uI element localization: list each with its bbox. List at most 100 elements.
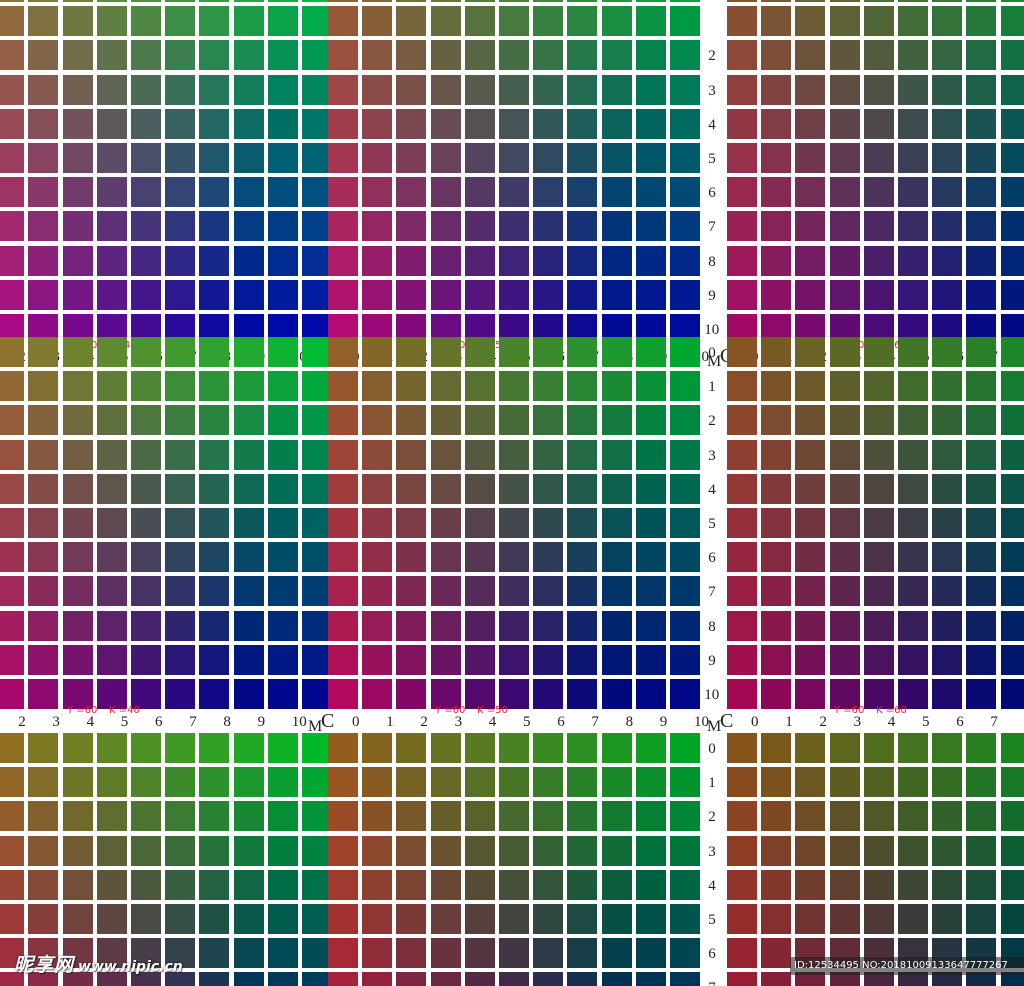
- swatch-cell: [499, 245, 529, 276]
- swatch-cell: [567, 6, 598, 37]
- swatch-cell: [601, 938, 632, 969]
- swatch-cell: [165, 40, 196, 71]
- swatch-cell: [670, 508, 700, 538]
- swatch-cell: [761, 6, 792, 37]
- swatch-cell: [62, 439, 93, 470]
- swatch-cell: [131, 211, 161, 242]
- swatch-cell: [863, 508, 894, 538]
- swatch-cell: [761, 337, 792, 367]
- swatch-cell: [165, 473, 196, 504]
- swatch-cell: [829, 542, 860, 573]
- swatch-cell: [199, 835, 230, 866]
- swatch-cell: [898, 0, 928, 2]
- swatch-cell: [362, 371, 393, 402]
- swatch-cell: [795, 508, 826, 538]
- swatch-cell: [28, 439, 59, 470]
- swatch-cell: [464, 0, 495, 2]
- swatch-cell: [1000, 679, 1024, 709]
- swatch-cell: [761, 610, 792, 641]
- swatch-cell: [96, 835, 127, 866]
- swatch-cell: [131, 177, 161, 208]
- swatch-cell: [727, 801, 757, 832]
- swatch-cell: [1000, 40, 1024, 71]
- swatch-cell: [464, 801, 495, 832]
- swatch-cell: [131, 576, 161, 607]
- swatch-cell: [1000, 143, 1024, 173]
- swatch-cell: [932, 869, 963, 900]
- swatch-cell: [966, 0, 997, 2]
- swatch-cell: [966, 508, 997, 538]
- swatch-cell: [362, 143, 393, 173]
- swatch-cell: [0, 439, 25, 470]
- swatch-cell: [567, 143, 598, 173]
- swatch-cell: [396, 610, 427, 641]
- swatch-cell: [0, 143, 25, 173]
- swatch-cell: [670, 835, 700, 866]
- swatch-cell: [464, 40, 495, 71]
- swatch-cell: [567, 767, 598, 798]
- swatch-cell: [727, 143, 757, 173]
- swatch-cell: [761, 405, 792, 436]
- c-axis-letter: C: [720, 710, 734, 733]
- swatch-cell: [863, 6, 894, 37]
- swatch-cell: [727, 576, 757, 607]
- swatch-cell: [966, 108, 997, 139]
- swatch-cell: [898, 904, 928, 934]
- swatch-cell: [829, 279, 860, 310]
- swatch-cell: [932, 473, 963, 504]
- swatch-cell: [761, 245, 792, 276]
- swatch-cell: [533, 405, 564, 436]
- swatch-cell: [362, 733, 393, 763]
- swatch-cell: [898, 542, 928, 573]
- swatch-cell: [96, 405, 127, 436]
- swatch-cell: [499, 644, 529, 675]
- swatch-cell: [396, 6, 427, 37]
- swatch-cell: [131, 904, 161, 934]
- m-tick-label: 4: [708, 877, 716, 894]
- swatch-cell: [898, 177, 928, 208]
- swatch-cell: [932, 733, 963, 763]
- swatch-cell: [267, 108, 298, 139]
- swatch-cell: [966, 6, 997, 37]
- c-tick-label: 0: [751, 714, 759, 731]
- swatch-cell: [28, 0, 59, 2]
- swatch-cell: [966, 143, 997, 173]
- swatch-cell: [396, 904, 427, 934]
- swatch-cell: [328, 733, 358, 763]
- swatch-cell: [1000, 6, 1024, 37]
- swatch-cell: [635, 869, 666, 900]
- swatch-cell: [96, 644, 127, 675]
- swatch-cell: [28, 542, 59, 573]
- swatch-cell: [898, 40, 928, 71]
- swatch-cell: [0, 0, 25, 2]
- swatch-cell: [635, 6, 666, 37]
- swatch-cell: [0, 211, 25, 242]
- swatch-cell: [28, 108, 59, 139]
- swatch-cell: [28, 143, 59, 173]
- swatch-cell: [533, 143, 564, 173]
- swatch-cell: [328, 177, 358, 208]
- swatch-cell: [62, 245, 93, 276]
- swatch-cell: [267, 143, 298, 173]
- swatch-cell: [28, 473, 59, 504]
- swatch-cell: [328, 644, 358, 675]
- swatch-cell: [396, 801, 427, 832]
- swatch-cell: [430, 972, 461, 986]
- swatch-cell: [362, 245, 393, 276]
- site-watermark: 昵享网 www.nipic.cn: [14, 956, 183, 975]
- swatch-cell: [863, 733, 894, 763]
- swatch-cell: [362, 972, 393, 986]
- swatch-cell: [233, 938, 264, 969]
- swatch-cell: [464, 972, 495, 986]
- swatch-cell: [863, 405, 894, 436]
- swatch-cell: [267, 0, 298, 2]
- swatch-cell: [0, 508, 25, 538]
- swatch-cell: [328, 904, 358, 934]
- swatch-cell: [761, 733, 792, 763]
- swatch-cell: [267, 835, 298, 866]
- swatch-cell: [863, 869, 894, 900]
- swatch-cell: [932, 143, 963, 173]
- swatch-cell: [761, 542, 792, 573]
- yellow-value-label: Y =60: [67, 705, 98, 717]
- swatch-cell: [795, 679, 826, 709]
